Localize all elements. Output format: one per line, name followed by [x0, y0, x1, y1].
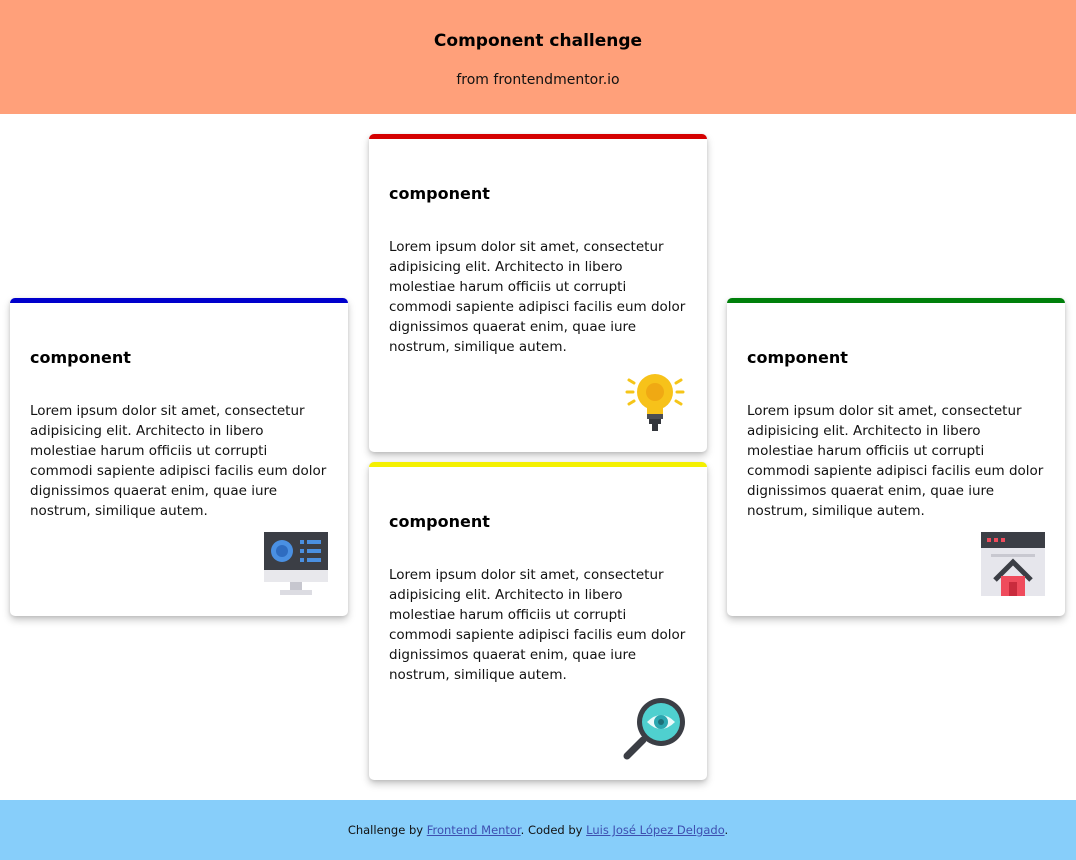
footer-middle: . Coded by — [520, 823, 587, 837]
card-text: Lorem ipsum dolor sit amet, consectetur … — [30, 403, 327, 519]
magnifier-eye-icon — [623, 696, 687, 760]
component-card-left: component Lorem ipsum dolor sit amet, co… — [10, 298, 348, 616]
monitor-dashboard-icon — [264, 532, 328, 596]
lightbulb-icon — [623, 368, 687, 432]
component-card-top: component Lorem ipsum dolor sit amet, co… — [369, 134, 707, 452]
page-subtitle: from frontendmentor.io — [456, 72, 620, 88]
browser-home-icon — [981, 532, 1045, 596]
card-text: Lorem ipsum dolor sit amet, consectetur … — [389, 239, 686, 355]
component-card-bottom: component Lorem ipsum dolor sit amet, co… — [369, 462, 707, 780]
author-link[interactable]: Luis José López Delgado — [586, 823, 724, 837]
card-title: component — [747, 348, 848, 367]
page-title: Component challenge — [433, 31, 643, 51]
page-footer: Challenge by Frontend Mentor. Coded by L… — [0, 800, 1076, 860]
card-title: component — [30, 348, 131, 367]
page-header: Component challenge from frontendmentor.… — [0, 0, 1076, 114]
card-text: Lorem ipsum dolor sit amet, consectetur … — [389, 567, 686, 683]
card-title: component — [389, 184, 490, 203]
footer-prefix: Challenge by — [347, 823, 427, 837]
card-text: Lorem ipsum dolor sit amet, consectetur … — [747, 403, 1044, 519]
frontend-mentor-link[interactable]: Frontend Mentor — [427, 823, 521, 837]
card-title: component — [389, 512, 490, 531]
component-card-right: component Lorem ipsum dolor sit amet, co… — [727, 298, 1065, 616]
footer-suffix: . — [724, 823, 729, 837]
